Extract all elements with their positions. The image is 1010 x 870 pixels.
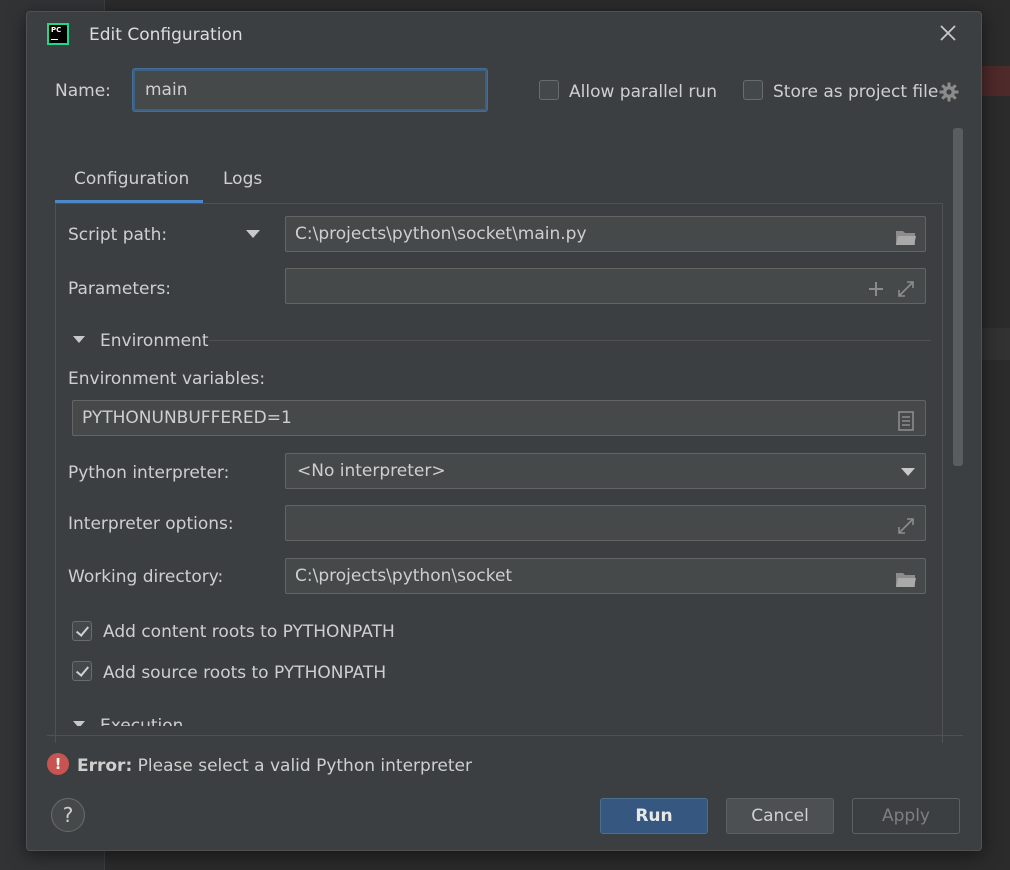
store-as-project-file-checkbox[interactable] xyxy=(743,80,763,100)
parameters-field[interactable] xyxy=(285,268,926,304)
allow-parallel-run-label[interactable]: Allow parallel run xyxy=(569,82,717,102)
interpreter-options-label: Interpreter options: xyxy=(68,514,234,534)
working-directory-label: Working directory: xyxy=(68,567,224,587)
error-prefix: Error: xyxy=(77,756,133,776)
error-message: Error: Please select a valid Python inte… xyxy=(77,756,472,776)
execution-section-title[interactable]: Execution xyxy=(100,716,183,726)
apply-button[interactable]: Apply xyxy=(852,798,960,834)
expand-icon[interactable] xyxy=(895,277,917,297)
environment-divider xyxy=(209,340,931,341)
vertical-scrollbar[interactable] xyxy=(953,128,963,466)
name-label: Name: xyxy=(55,81,111,101)
dialog-titlebar: PC Edit Configuration xyxy=(27,12,981,58)
allow-parallel-run-checkbox[interactable] xyxy=(539,80,559,100)
gear-icon[interactable] xyxy=(939,82,959,102)
environment-collapse-icon[interactable] xyxy=(73,336,85,343)
help-button[interactable]: ? xyxy=(51,798,85,832)
store-as-project-file-label[interactable]: Store as project file xyxy=(773,82,938,102)
error-icon: ! xyxy=(47,753,69,775)
execution-collapse-icon[interactable] xyxy=(73,721,85,726)
tab-logs[interactable]: Logs xyxy=(223,169,262,189)
python-interpreter-value: <No interpreter> xyxy=(297,461,446,481)
add-source-roots-label[interactable]: Add source roots to PYTHONPATH xyxy=(103,663,386,683)
name-input[interactable] xyxy=(133,69,487,111)
interpreter-options-field[interactable] xyxy=(285,505,926,541)
python-interpreter-select[interactable]: <No interpreter> xyxy=(285,453,926,489)
add-macro-icon[interactable] xyxy=(865,277,887,297)
parameters-label: Parameters: xyxy=(68,279,172,299)
execution-section-clip: Execution xyxy=(67,712,367,726)
chevron-down-icon xyxy=(901,468,915,476)
working-directory-field[interactable]: C:\projects\python\socket xyxy=(285,558,926,594)
editor-error-highlight xyxy=(978,66,1010,96)
environment-section-title[interactable]: Environment xyxy=(100,331,209,351)
expand-icon[interactable] xyxy=(895,514,917,534)
working-directory-value: C:\projects\python\socket xyxy=(295,566,513,586)
close-icon[interactable] xyxy=(937,22,959,44)
script-type-dropdown-icon[interactable] xyxy=(246,230,260,238)
run-button[interactable]: Run xyxy=(600,798,708,834)
folder-icon[interactable] xyxy=(895,567,917,587)
script-path-field[interactable]: C:\projects\python\socket\main.py xyxy=(285,216,926,252)
python-interpreter-label: Python interpreter: xyxy=(68,463,230,483)
script-path-label: Script path: xyxy=(68,225,168,245)
add-content-roots-checkbox[interactable] xyxy=(72,621,92,641)
dialog-title: Edit Configuration xyxy=(89,25,243,45)
edit-variables-icon[interactable] xyxy=(895,409,917,431)
error-text: Please select a valid Python interpreter xyxy=(137,756,473,776)
tab-configuration[interactable]: Configuration xyxy=(74,169,189,189)
environment-variables-label: Environment variables: xyxy=(68,369,266,389)
add-source-roots-checkbox[interactable] xyxy=(72,661,92,681)
footer-divider xyxy=(47,735,963,736)
edit-configuration-dialog: PC Edit Configuration Name: Allow parall… xyxy=(26,11,982,851)
add-content-roots-label[interactable]: Add content roots to PYTHONPATH xyxy=(103,622,395,642)
cancel-button[interactable]: Cancel xyxy=(726,798,834,834)
pycharm-logo-icon: PC xyxy=(47,23,69,45)
editor-current-line xyxy=(978,328,1010,360)
environment-variables-value: PYTHONUNBUFFERED=1 xyxy=(82,408,292,428)
folder-icon[interactable] xyxy=(895,225,917,245)
script-path-value: C:\projects\python\socket\main.py xyxy=(295,224,587,244)
environment-variables-field[interactable]: PYTHONUNBUFFERED=1 xyxy=(72,400,926,436)
